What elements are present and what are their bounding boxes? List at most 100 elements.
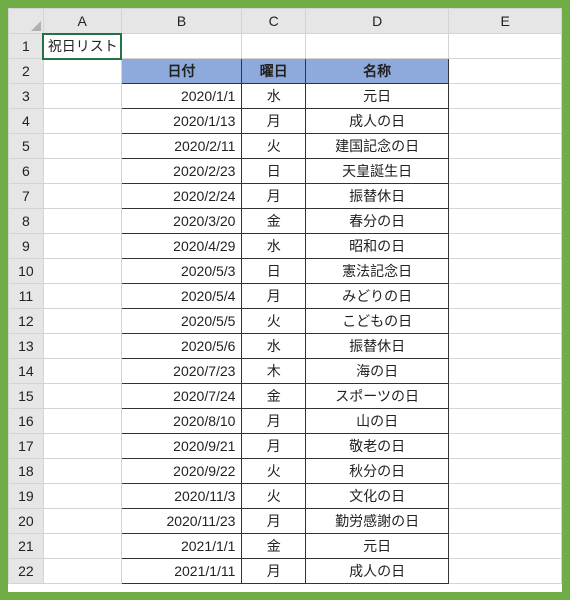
cell-E4[interactable] [449, 109, 562, 134]
holiday-name[interactable]: 昭和の日 [305, 234, 448, 259]
holiday-date[interactable]: 2020/4/29 [121, 234, 242, 259]
holiday-name[interactable]: みどりの日 [305, 284, 448, 309]
row-header-5[interactable]: 5 [9, 134, 44, 159]
holiday-name[interactable]: 振替休日 [305, 184, 448, 209]
holiday-weekday[interactable]: 月 [242, 409, 305, 434]
row-header-7[interactable]: 7 [9, 184, 44, 209]
col-header-C[interactable]: C [242, 9, 305, 34]
cell-E16[interactable] [449, 409, 562, 434]
cell-A5[interactable] [43, 134, 121, 159]
cell-E14[interactable] [449, 359, 562, 384]
row-header-4[interactable]: 4 [9, 109, 44, 134]
holiday-weekday[interactable]: 火 [242, 134, 305, 159]
cell-A19[interactable] [43, 484, 121, 509]
holiday-date[interactable]: 2020/1/13 [121, 109, 242, 134]
holiday-weekday[interactable]: 月 [242, 509, 305, 534]
cell-A17[interactable] [43, 434, 121, 459]
cell-E12[interactable] [449, 309, 562, 334]
holiday-weekday[interactable]: 月 [242, 559, 305, 584]
holiday-header-weekday[interactable]: 曜日 [242, 59, 305, 84]
holiday-date[interactable]: 2020/9/21 [121, 434, 242, 459]
holiday-weekday[interactable]: 月 [242, 184, 305, 209]
holiday-name[interactable]: 勤労感謝の日 [305, 509, 448, 534]
holiday-weekday[interactable]: 火 [242, 459, 305, 484]
holiday-name[interactable]: 元日 [305, 534, 448, 559]
cell-A21[interactable] [43, 534, 121, 559]
holiday-name[interactable]: 成人の日 [305, 109, 448, 134]
holiday-date[interactable]: 2020/3/20 [121, 209, 242, 234]
cell-E10[interactable] [449, 259, 562, 284]
row-header-6[interactable]: 6 [9, 159, 44, 184]
row-header-17[interactable]: 17 [9, 434, 44, 459]
row-header-14[interactable]: 14 [9, 359, 44, 384]
col-header-A[interactable]: A [43, 9, 121, 34]
holiday-date[interactable]: 2020/11/3 [121, 484, 242, 509]
holiday-name[interactable]: 建国記念の日 [305, 134, 448, 159]
holiday-name[interactable]: 成人の日 [305, 559, 448, 584]
row-header-8[interactable]: 8 [9, 209, 44, 234]
row-header-9[interactable]: 9 [9, 234, 44, 259]
holiday-weekday[interactable]: 木 [242, 359, 305, 384]
holiday-weekday[interactable]: 火 [242, 309, 305, 334]
row-header-11[interactable]: 11 [9, 284, 44, 309]
cell-A2[interactable] [43, 59, 121, 84]
holiday-date[interactable]: 2020/2/23 [121, 159, 242, 184]
cell-E15[interactable] [449, 384, 562, 409]
col-header-B[interactable]: B [121, 9, 242, 34]
cell-E19[interactable] [449, 484, 562, 509]
cell-E21[interactable] [449, 534, 562, 559]
holiday-weekday[interactable]: 火 [242, 484, 305, 509]
cell-A18[interactable] [43, 459, 121, 484]
holiday-date[interactable]: 2020/7/24 [121, 384, 242, 409]
row-header-20[interactable]: 20 [9, 509, 44, 534]
holiday-date[interactable]: 2020/7/23 [121, 359, 242, 384]
cell-E5[interactable] [449, 134, 562, 159]
cell-A22[interactable] [43, 559, 121, 584]
holiday-name[interactable]: 海の日 [305, 359, 448, 384]
row-header-19[interactable]: 19 [9, 484, 44, 509]
row-header-1[interactable]: 1 [9, 34, 44, 59]
cell-A11[interactable] [43, 284, 121, 309]
cell-B1[interactable] [121, 34, 242, 59]
holiday-weekday[interactable]: 月 [242, 284, 305, 309]
cell-E7[interactable] [449, 184, 562, 209]
cell-A13[interactable] [43, 334, 121, 359]
cell-E3[interactable] [449, 84, 562, 109]
holiday-weekday[interactable]: 水 [242, 334, 305, 359]
cell-A15[interactable] [43, 384, 121, 409]
holiday-name[interactable]: スポーツの日 [305, 384, 448, 409]
cell-A7[interactable] [43, 184, 121, 209]
cell-E11[interactable] [449, 284, 562, 309]
cell-D1[interactable] [305, 34, 448, 59]
col-header-E[interactable]: E [449, 9, 562, 34]
cell-C1[interactable] [242, 34, 305, 59]
holiday-header-date[interactable]: 日付 [121, 59, 242, 84]
holiday-date[interactable]: 2020/2/11 [121, 134, 242, 159]
cell-E2[interactable] [449, 59, 562, 84]
row-header-18[interactable]: 18 [9, 459, 44, 484]
holiday-date[interactable]: 2020/1/1 [121, 84, 242, 109]
holiday-date[interactable]: 2020/5/6 [121, 334, 242, 359]
cell-E8[interactable] [449, 209, 562, 234]
row-header-15[interactable]: 15 [9, 384, 44, 409]
cell-E9[interactable] [449, 234, 562, 259]
holiday-weekday[interactable]: 月 [242, 109, 305, 134]
holiday-header-name[interactable]: 名称 [305, 59, 448, 84]
holiday-name[interactable]: 文化の日 [305, 484, 448, 509]
cell-E18[interactable] [449, 459, 562, 484]
holiday-date[interactable]: 2020/9/22 [121, 459, 242, 484]
holiday-date[interactable]: 2020/5/3 [121, 259, 242, 284]
holiday-name[interactable]: 春分の日 [305, 209, 448, 234]
holiday-weekday[interactable]: 金 [242, 534, 305, 559]
holiday-date[interactable]: 2020/11/23 [121, 509, 242, 534]
holiday-name[interactable]: 憲法記念日 [305, 259, 448, 284]
cell-A10[interactable] [43, 259, 121, 284]
holiday-weekday[interactable]: 日 [242, 159, 305, 184]
cell-E6[interactable] [449, 159, 562, 184]
holiday-weekday[interactable]: 月 [242, 434, 305, 459]
holiday-date[interactable]: 2020/8/10 [121, 409, 242, 434]
holiday-name[interactable]: 秋分の日 [305, 459, 448, 484]
holiday-date[interactable]: 2021/1/1 [121, 534, 242, 559]
cell-E17[interactable] [449, 434, 562, 459]
cell-E20[interactable] [449, 509, 562, 534]
